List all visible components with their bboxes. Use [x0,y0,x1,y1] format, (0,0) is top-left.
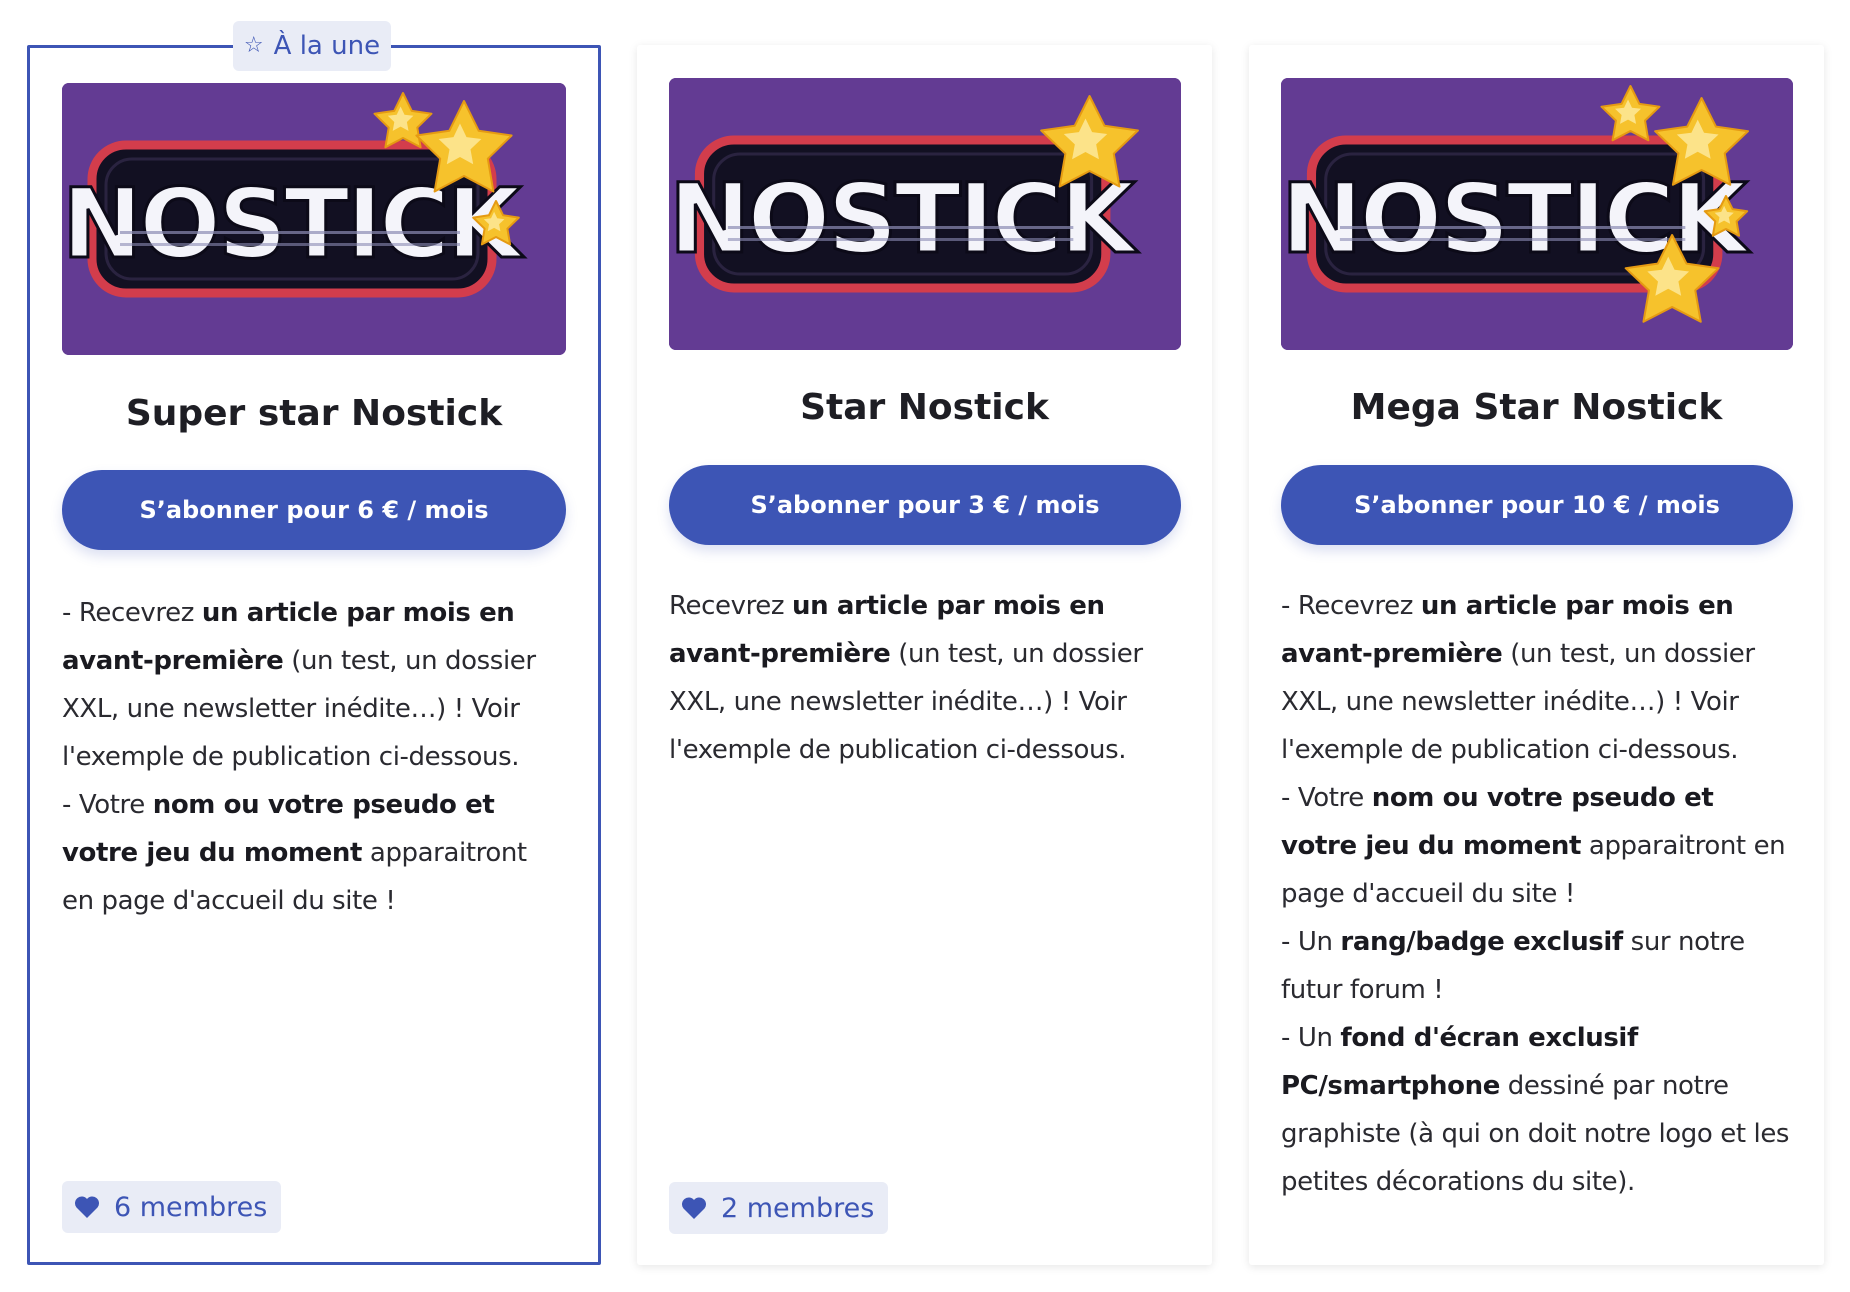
description-highlight: rang/badge exclusif [1340,927,1623,957]
logo-wordmark: NOSTICK [62,168,525,280]
nostick-logo-image: NOSTICK [1281,78,1793,350]
description-line: - Un rang/badge exclusif sur notre futur… [1281,918,1796,1014]
description-text: - Recevrez [62,598,202,628]
tier-description: - Recevrez un article par mois en avant-… [1281,582,1796,1206]
description-line: - Recevrez un article par mois en avant-… [62,589,562,781]
nostick-logo-image: NOSTICK [62,83,566,355]
logo-stripe [1339,226,1686,229]
tier-image: NOSTICK [62,83,566,355]
subscribe-button[interactable]: S’abonner pour 6 € / mois [62,470,566,550]
heart-icon [681,1197,707,1219]
tier-title: Super star Nostick [125,393,503,434]
description-line: Recevrez un article par mois en avant-pr… [669,582,1181,774]
description-text: - Votre [62,790,153,820]
description-line: - Votre nom ou votre pseudo et votre jeu… [62,781,562,925]
description-text: - Recevrez [1281,591,1421,621]
tier-description: Recevrez un article par mois en avant-pr… [669,582,1181,774]
members-count: 6 membres [114,1191,268,1223]
subscribe-button[interactable]: S’abonner pour 3 € / mois [669,465,1181,545]
tier-card-super-star: NOSTICK Super star Nostick S’abonner pou… [27,45,601,1265]
logo-stripe [120,243,460,246]
description-text: - Un [1281,927,1341,957]
description-line: - Votre nom ou votre pseudo et votre jeu… [1281,774,1796,918]
members-badge: 6 membres [62,1181,282,1233]
nostick-logo-image: NOSTICK [669,78,1181,350]
subscribe-button[interactable]: S’abonner pour 10 € / mois [1281,465,1793,545]
logo-stripe [727,238,1074,241]
star-outline-icon: ☆ [243,33,264,58]
heart-icon [74,1196,100,1218]
tier-card-mega-star: NOSTICK Mega Star Nostick S’abonner pour… [1249,45,1824,1265]
description-text: - Votre [1281,783,1372,813]
tier-title: Mega Star Nostick [1350,387,1723,428]
featured-badge-label: À la une [273,31,381,61]
tier-description: - Recevrez un article par mois en avant-… [62,589,562,925]
tier-image: NOSTICK [1281,78,1793,350]
description-line: - Recevrez un article par mois en avant-… [1281,582,1796,774]
logo-stripe [1339,238,1686,241]
members-count: 2 membres [721,1192,875,1224]
logo-stripe [120,231,460,234]
tier-title: Star Nostick [800,387,1049,428]
logo-stripe [727,226,1074,229]
featured-badge: ☆ À la une [233,21,391,71]
tier-image: NOSTICK [669,78,1181,350]
members-badge: 2 membres [669,1182,889,1234]
tier-card-star: NOSTICK Star Nostick S’abonner pour 3 € … [637,45,1212,1265]
description-text: Recevrez [669,591,792,621]
description-text: - Un [1281,1023,1341,1053]
description-line: - Un fond d'écran exclusif PC/smartphone… [1281,1014,1796,1206]
